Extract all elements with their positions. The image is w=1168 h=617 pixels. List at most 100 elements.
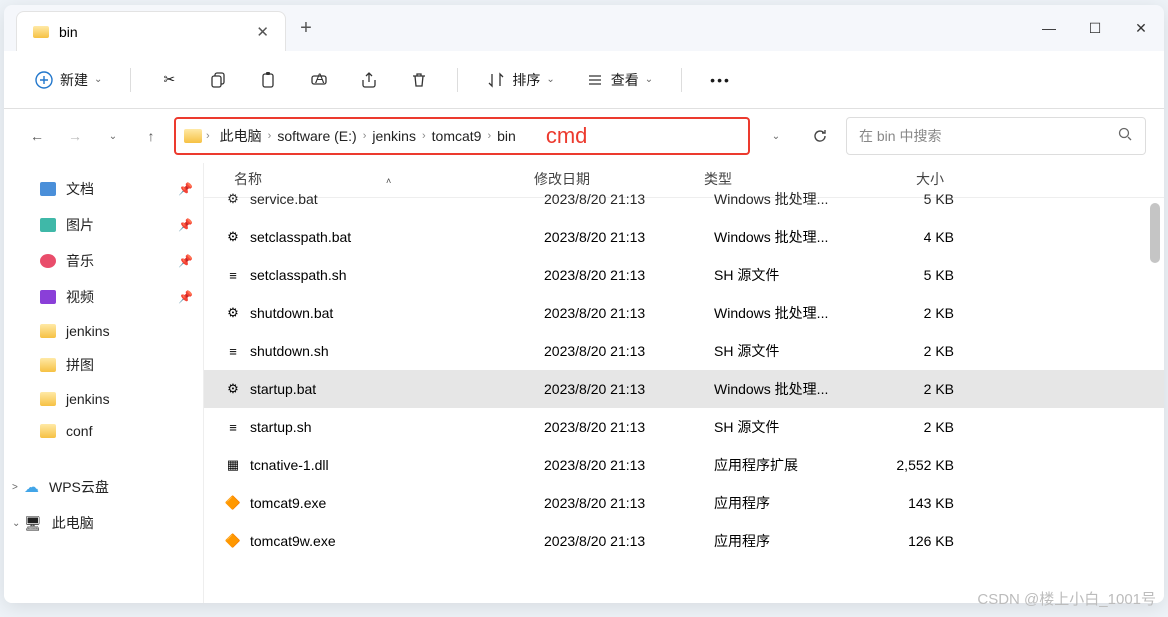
recent-button[interactable]: ⌄ (98, 121, 128, 151)
file-row[interactable]: ⚙setclasspath.bat2023/8/20 21:13Windows … (204, 218, 1164, 256)
breadcrumb-item[interactable]: jenkins (366, 125, 422, 147)
plus-circle-icon (34, 70, 54, 90)
sidebar-item[interactable]: 图片 📌 (4, 207, 203, 243)
sidebar-item-label: 拼图 (66, 355, 94, 375)
file-row[interactable]: ⚙shutdown.bat2023/8/20 21:13Windows 批处理.… (204, 294, 1164, 332)
scrollbar[interactable] (1150, 203, 1160, 263)
file-size: 5 KB (874, 267, 964, 283)
sidebar-item-icon (40, 392, 56, 406)
breadcrumb-item[interactable]: 此电脑 (214, 123, 268, 149)
pin-icon: 📌 (178, 182, 193, 196)
refresh-button[interactable] (802, 118, 838, 154)
search-placeholder: 在 bin 中搜索 (859, 126, 1118, 146)
more-button[interactable]: ••• (700, 66, 741, 94)
sidebar-item[interactable]: 音乐📌 (4, 243, 203, 279)
new-label: 新建 (60, 70, 88, 90)
expand-icon[interactable]: ⌄ (12, 518, 20, 529)
file-row[interactable]: 🔶tomcat9.exe2023/8/20 21:13应用程序143 KB (204, 484, 1164, 522)
share-button[interactable] (349, 64, 389, 96)
file-name: startup.bat (250, 381, 316, 397)
file-row[interactable]: ⚙service.bat2023/8/20 21:13Windows 批处理..… (204, 180, 1164, 218)
share-icon (359, 70, 379, 90)
file-date: 2023/8/20 21:13 (544, 495, 714, 511)
back-button[interactable]: ← (22, 121, 52, 151)
file-list: 名称˄ 修改日期 类型 大小 ⚙service.bat2023/8/20 21:… (204, 163, 1164, 603)
breadcrumb-sep: › (206, 130, 210, 142)
sidebar-item-icon (40, 218, 56, 232)
new-tab-button[interactable]: + (286, 5, 326, 51)
sidebar-item[interactable]: >☁WPS云盘 (4, 469, 203, 505)
window-controls: — ☐ ✕ (1026, 5, 1164, 51)
up-button[interactable]: ↑ (136, 121, 166, 151)
list-icon (585, 70, 605, 90)
file-size: 2,552 KB (874, 457, 964, 473)
sidebar-item[interactable]: 拼图 (4, 347, 203, 383)
sidebar-item-icon (40, 358, 56, 372)
sort-label: 排序 (512, 70, 540, 90)
chevron-down-icon: ⌄ (645, 74, 653, 85)
sidebar: 文档📌图片📌音乐📌视频📌jenkins拼图jenkinsconf >☁WPS云盘… (4, 163, 204, 603)
body: 文档📌图片📌音乐📌视频📌jenkins拼图jenkinsconf >☁WPS云盘… (4, 163, 1164, 603)
cut-button[interactable]: ✂ (149, 64, 189, 96)
minimize-button[interactable]: — (1026, 5, 1072, 51)
close-button[interactable]: ✕ (1118, 5, 1164, 51)
pin-icon: 📌 (178, 218, 193, 232)
chevron-down-icon: ⌄ (546, 74, 554, 85)
sidebar-item-label: 视频 (66, 287, 94, 307)
titlebar: bin ✕ + — ☐ ✕ (4, 5, 1164, 51)
breadcrumb-item[interactable]: bin (491, 125, 522, 147)
sidebar-item[interactable]: 视频📌 (4, 279, 203, 315)
sidebar-item[interactable]: ⌄🖥此电脑 (4, 505, 203, 541)
file-type: 应用程序 (714, 531, 874, 551)
file-row[interactable]: ≡startup.sh2023/8/20 21:13SH 源文件2 KB (204, 408, 1164, 446)
breadcrumb-item[interactable]: software (E:) (271, 125, 362, 147)
sort-button[interactable]: 排序 ⌄ (476, 64, 564, 96)
forward-button[interactable]: → (60, 121, 90, 151)
sidebar-item[interactable]: conf (4, 415, 203, 447)
file-date: 2023/8/20 21:13 (544, 191, 714, 207)
file-name: setclasspath.sh (250, 267, 347, 283)
file-name: startup.sh (250, 419, 311, 435)
file-row[interactable]: 🔶tomcat9w.exe2023/8/20 21:13应用程序126 KB (204, 522, 1164, 560)
file-type: Windows 批处理... (714, 189, 874, 209)
folder-icon (33, 26, 49, 38)
trash-icon (409, 70, 429, 90)
address-dropdown[interactable]: ⌄ (758, 118, 794, 154)
rename-button[interactable]: A (299, 64, 339, 96)
tab-close-icon[interactable]: ✕ (256, 23, 269, 41)
file-row[interactable]: ≡setclasspath.sh2023/8/20 21:13SH 源文件5 K… (204, 256, 1164, 294)
file-icon: ⚙ (224, 190, 242, 208)
file-row[interactable]: ⚙startup.bat2023/8/20 21:13Windows 批处理..… (204, 370, 1164, 408)
sidebar-item-label: jenkins (66, 323, 110, 339)
file-type: Windows 批处理... (714, 303, 874, 323)
tab-bin[interactable]: bin ✕ (16, 11, 286, 51)
file-row[interactable]: ▦tcnative-1.dll2023/8/20 21:13应用程序扩展2,55… (204, 446, 1164, 484)
pin-icon: 📌 (178, 254, 193, 268)
sidebar-item[interactable]: 文档📌 (4, 171, 203, 207)
expand-icon[interactable]: > (12, 482, 18, 493)
sidebar-item[interactable]: jenkins (4, 315, 203, 347)
address-bar[interactable]: › 此电脑›software (E:)›jenkins›tomcat9›bin … (174, 117, 750, 155)
new-button[interactable]: 新建 ⌄ (24, 64, 112, 96)
file-date: 2023/8/20 21:13 (544, 419, 714, 435)
search-icon (1118, 127, 1133, 145)
ellipsis-icon: ••• (710, 72, 731, 88)
file-size: 2 KB (874, 305, 964, 321)
search-box[interactable]: 在 bin 中搜索 (846, 117, 1146, 155)
file-type: Windows 批处理... (714, 227, 874, 247)
file-row[interactable]: ≡shutdown.sh2023/8/20 21:13SH 源文件2 KB (204, 332, 1164, 370)
copy-button[interactable] (199, 64, 239, 96)
scissors-icon: ✂ (159, 70, 179, 90)
delete-button[interactable] (399, 64, 439, 96)
paste-button[interactable] (249, 64, 289, 96)
view-button[interactable]: 查看 ⌄ (575, 64, 663, 96)
sidebar-item-label: 图片 (66, 215, 94, 235)
file-type: SH 源文件 (714, 341, 874, 361)
rename-icon: A (309, 70, 329, 90)
sidebar-item[interactable]: jenkins (4, 383, 203, 415)
maximize-button[interactable]: ☐ (1072, 5, 1118, 51)
breadcrumb-item[interactable]: tomcat9 (426, 125, 488, 147)
file-name: tomcat9.exe (250, 495, 326, 511)
file-size: 4 KB (874, 229, 964, 245)
file-date: 2023/8/20 21:13 (544, 305, 714, 321)
